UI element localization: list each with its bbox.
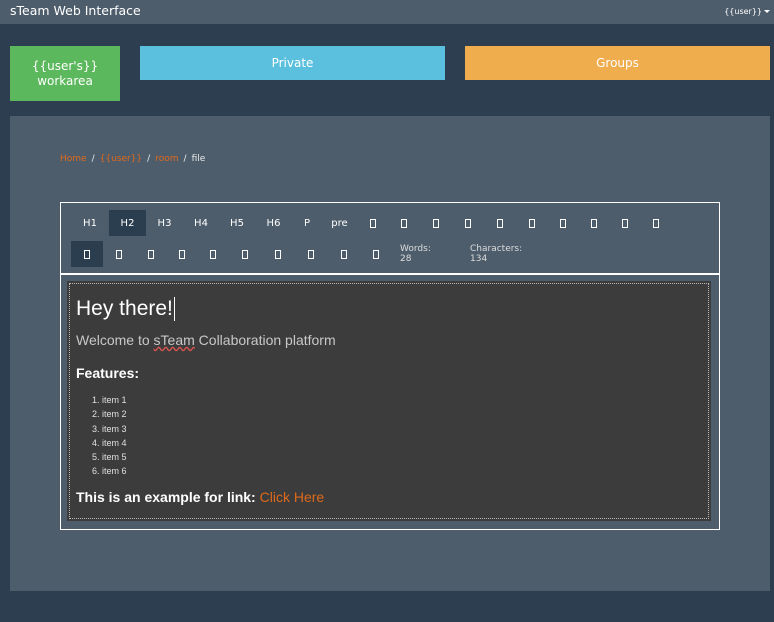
heading-h1-button[interactable]: H1 [71,210,109,236]
heading-h5-label: H5 [230,217,244,229]
document-heading-text: Hey there! [76,297,173,320]
code-icon[interactable] [363,241,389,267]
breadcrumb-user[interactable]: {{user}} [100,154,143,164]
italic-icon[interactable] [391,210,417,236]
toolbar-divider [61,273,719,275]
breadcrumb-separator: / [183,154,187,164]
click-here-link[interactable]: Click Here [260,489,325,505]
undo-icon[interactable] [298,241,324,267]
justify-icon[interactable] [106,241,132,267]
features-list: item 1 item 2 item 3 item 4 item 5 item … [76,393,127,479]
align-left-icon[interactable] [612,210,638,236]
preformatted-label: pre [331,217,348,229]
heading-h6-label: H6 [266,217,281,229]
features-heading[interactable]: Features: [76,365,139,381]
underline-icon[interactable] [423,210,449,236]
paragraph-label: P [303,217,311,229]
unlink-icon[interactable] [169,241,195,267]
list-item[interactable]: item 4 [102,436,127,450]
caret-down-icon [764,10,770,13]
list-item[interactable]: item 2 [102,407,127,421]
indent-icon[interactable] [550,210,576,236]
heading-h2-button[interactable]: H2 [109,210,146,236]
link-example: This is an example for link: Click Here [76,489,324,505]
user-menu-label: {{user}} [724,7,762,16]
breadcrumb: Home / {{user}} / room / file [60,154,205,164]
private-tile[interactable]: Private [140,46,445,80]
word-count: Words: 28 [400,244,431,264]
preformatted-button[interactable]: pre [322,210,357,236]
heading-h1-label: H1 [83,217,97,229]
paragraph-button[interactable]: P [292,210,322,236]
link-example-label: This is an example for link: [76,489,260,505]
breadcrumb-room[interactable]: room [155,154,178,164]
breadcrumb-home[interactable]: Home [60,154,87,164]
spellcheck-word: sTeam [153,332,195,348]
breadcrumb-file: file [191,154,206,164]
user-menu[interactable]: {{user}} [724,7,770,16]
redo-icon[interactable] [331,241,357,267]
brand-title[interactable]: sTeam Web Interface [10,3,141,18]
table-icon[interactable] [232,241,258,267]
breadcrumb-separator: / [91,154,95,164]
groups-label: Groups [596,56,639,70]
heading-h6-button[interactable]: H6 [255,210,292,236]
list-item[interactable]: item 6 [102,464,127,478]
groups-tile[interactable]: Groups [465,46,770,80]
align-right-icon[interactable] [71,241,103,267]
editor-content-area[interactable]: Hey there! Welcome to sTeam Collaboratio… [67,281,711,521]
heading-h2-label: H2 [120,217,135,229]
list-item[interactable]: item 5 [102,450,127,464]
heading-h5-button[interactable]: H5 [219,210,255,236]
subtitle-before: Welcome to [76,332,154,348]
character-count: Characters: 134 [470,244,523,264]
list-item[interactable]: item 3 [102,422,127,436]
document-subtitle[interactable]: Welcome to sTeam Collaboration platform [76,332,336,348]
image-icon[interactable] [200,241,226,267]
heading-h3-label: H3 [157,217,172,229]
subtitle-after: Collaboration platform [194,332,336,348]
strikethrough-icon[interactable] [455,210,481,236]
text-cursor [173,297,175,322]
heading-h4-button[interactable]: H4 [183,210,219,236]
list-item[interactable]: item 1 [102,393,127,407]
horizontal-rule-icon[interactable] [265,241,291,267]
ordered-list-icon[interactable] [487,210,513,236]
align-center-icon[interactable] [643,210,669,236]
workarea-owner-label: {{user's}} [31,58,99,73]
navbar: sTeam Web Interface {{user}} [0,0,774,24]
workarea-tile[interactable]: {{user's}} workarea [10,46,120,101]
heading-h4-label: H4 [194,217,208,229]
private-label: Private [271,56,314,70]
outdent-icon[interactable] [581,210,607,236]
workarea-label: workarea [37,73,93,88]
unordered-list-icon[interactable] [519,210,545,236]
document-heading[interactable]: Hey there! [76,297,175,322]
bold-icon[interactable] [360,210,386,236]
heading-h3-button[interactable]: H3 [146,210,183,236]
breadcrumb-separator: / [147,154,151,164]
rich-text-editor: H1 H2 H3 H4 H5 H6 P pre Words: 28 Charac… [60,202,720,530]
link-icon[interactable] [138,241,164,267]
